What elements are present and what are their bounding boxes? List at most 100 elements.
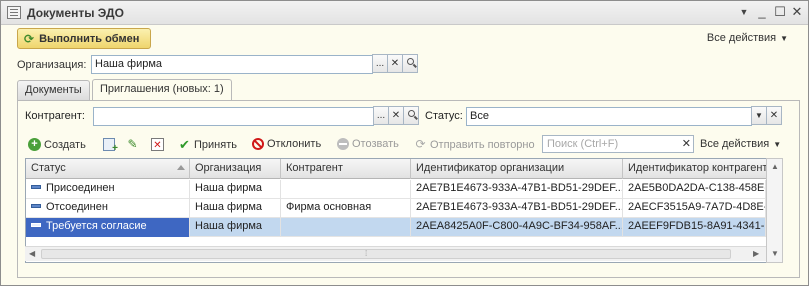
delete-icon: ✕ [151,138,164,151]
form-icon [7,6,21,19]
revoke-button[interactable]: Отозвать [337,138,399,150]
organization-id-cell: 2AE7B1E4673-933A-47B1-BD51-29DEF... [411,180,623,199]
edit-button[interactable]: ✎ [126,138,139,151]
tab-invitations-label: Приглашения (новых: 1) [100,83,224,95]
table-all-actions-menu[interactable]: Все действия ▼ [700,138,781,150]
all-actions-label: Все действия [706,32,777,44]
reject-label: Отклонить [267,138,322,150]
horizontal-scrollbar[interactable]: ◀ ⁞ ▶ [25,246,767,261]
revoke-label: Отозвать [352,138,399,150]
organization-field[interactable]: Наша фирма [91,55,373,74]
counterparty-cell: Фирма основная [281,199,411,218]
column-header-status[interactable]: Статус [26,159,190,179]
counterparty-label: Контрагент: [25,110,85,122]
checkmark-icon: ✔ [179,137,190,152]
revoke-icon [337,138,349,150]
reject-button[interactable]: Отклонить [252,138,321,150]
counterparty-id-cell: 2AEEF9FDB15-8A91-4341-B [623,218,766,237]
status-text: Присоединен [46,182,115,194]
chevron-down-icon: ▼ [780,34,788,43]
scroll-right-icon[interactable]: ▶ [753,249,759,258]
column-header-label: Организация [195,162,262,174]
tab-documents[interactable]: Документы [17,80,90,100]
search-icon [408,110,415,117]
scroll-up-icon[interactable]: ▲ [771,162,779,171]
table-header: Статус Организация Контрагент Идентифика… [26,159,766,179]
column-header-organization[interactable]: Организация [190,159,281,179]
column-header-label: Идентификатор контрагента [628,162,767,174]
vertical-scrollbar[interactable]: ▲ ▼ [766,158,783,263]
organization-value: Наша фирма [95,58,163,70]
counterparty-id-cell: 2AE5B0DA2DA-C138-458E-9 [623,180,766,199]
column-header-counterparty-id[interactable]: Идентификатор контрагента [623,159,767,179]
organization-id-cell: 2AEA8425A0F-C800-4A9C-BF34-958AF... [411,218,623,237]
counterparty-id-cell: 2AECF3515A9-7A7D-4D8E-8 [623,199,766,218]
status-dropdown-button[interactable]: ▼ [751,106,767,125]
accept-button[interactable]: ✔ Принять [178,138,237,151]
organization-clear-button[interactable]: ✕ [387,54,403,73]
table-all-actions-label: Все действия [700,138,770,150]
organization-id-cell: 2AE7B1E4673-933A-47B1-BD51-29DEF... [411,199,623,218]
status-value: Все [470,110,489,122]
accept-label: Принять [194,138,237,151]
table-row[interactable]: Отсоединен Наша фирма Фирма основная 2AE… [26,199,766,218]
window-title: Документы ЭДО [27,6,124,20]
column-header-counterparty[interactable]: Контрагент [281,159,411,179]
scroll-down-icon[interactable]: ▼ [771,249,779,258]
search-input[interactable] [543,136,673,152]
counterparty-clear-button[interactable]: ✕ [388,106,404,125]
status-label: Статус: [425,110,463,122]
column-header-label: Статус [31,162,66,174]
minimize-icon[interactable]: _ [754,4,770,20]
status-text: Отсоединен [46,201,108,213]
organization-cell: Наша фирма [190,199,281,218]
invitation-icon [31,223,41,228]
reject-icon [252,138,264,150]
table-row-selected[interactable]: Требуется согласие Наша фирма 2AEA8425A0… [26,218,766,237]
invitation-icon [31,204,41,209]
edo-documents-window: Документы ЭДО ▼ _ ☐ ✕ ⟳ Выполнить обмен … [0,0,809,286]
window-menu-icon[interactable]: ▼ [736,4,752,20]
chevron-down-icon: ▼ [773,140,782,149]
copy-icon [103,138,118,155]
create-button[interactable]: + Создать [28,138,86,151]
scroll-left-icon[interactable]: ◀ [29,249,35,258]
clear-search-icon[interactable]: ✕ [682,137,691,150]
counterparty-cell [281,218,411,237]
run-exchange-button[interactable]: ⟳ Выполнить обмен [17,28,151,49]
delete-button[interactable]: ✕ [151,138,164,151]
search-icon [407,58,414,65]
organization-search-button[interactable] [402,54,418,73]
maximize-icon[interactable]: ☐ [772,4,788,20]
scrollbar-grip-icon: ⁞ [365,249,368,258]
run-exchange-label: Выполнить обмен [39,32,140,45]
pencil-icon: ✎ [127,137,138,151]
copy-button[interactable] [103,138,118,155]
counterparty-select-button[interactable]: ... [373,106,389,125]
status-cell: Отсоединен [26,199,190,218]
invitation-icon [31,185,41,190]
counterparty-field[interactable] [93,107,374,126]
all-actions-menu[interactable]: Все действия ▼ [707,32,788,44]
scrollbar-thumb[interactable] [41,249,731,259]
resend-button[interactable]: ⟳ Отправить повторно [414,137,535,151]
status-field[interactable]: Все [466,107,752,126]
status-cell: Требуется согласие [26,218,190,237]
status-text: Требуется согласие [46,220,147,232]
counterparty-search-button[interactable] [403,106,419,125]
refresh-icon: ⟳ [24,31,35,46]
search-field[interactable]: ✕ [542,135,694,153]
sort-ascending-icon [177,165,185,170]
resend-icon: ⟳ [415,137,426,151]
organization-cell: Наша фирма [190,218,281,237]
tab-invitations[interactable]: Приглашения (новых: 1) [92,79,232,101]
resend-label: Отправить повторно [430,138,535,151]
status-cell: Присоединен [26,180,190,199]
column-header-label: Контрагент [286,162,343,174]
column-header-organization-id[interactable]: Идентификатор организации [411,159,623,179]
close-icon[interactable]: ✕ [789,4,805,20]
counterparty-cell [281,180,411,199]
organization-select-button[interactable]: ... [372,54,388,73]
table-row[interactable]: Присоединен Наша фирма 2AE7B1E4673-933A-… [26,180,766,199]
status-clear-button[interactable]: ✕ [766,106,782,125]
